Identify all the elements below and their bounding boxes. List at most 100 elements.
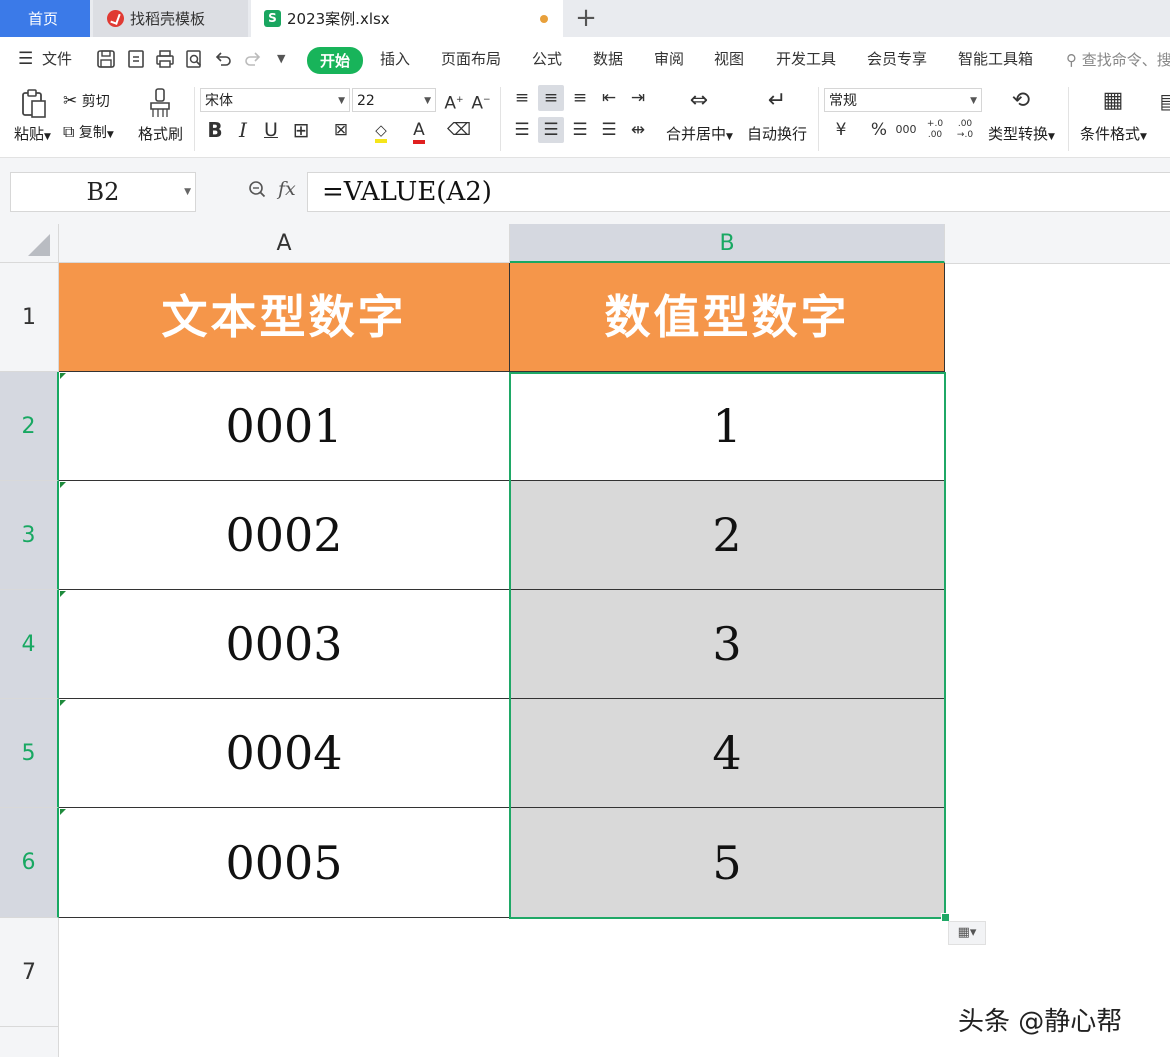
merge-center-button[interactable]: 合并居中▼ xyxy=(666,123,733,144)
wrap-text-icon[interactable]: ↵ xyxy=(764,88,790,114)
cell-b6[interactable]: 5 xyxy=(510,808,945,918)
thousands-separator-icon[interactable]: 000 xyxy=(893,117,919,143)
cell-a6[interactable]: 0005 xyxy=(59,808,510,918)
tab-data[interactable]: 数据 xyxy=(593,48,623,69)
table-style-icon[interactable]: ▤ xyxy=(1156,88,1170,114)
fill-color-icon[interactable]: ◇ xyxy=(368,117,394,143)
format-painter-icon[interactable] xyxy=(147,87,173,119)
font-size-select[interactable]: 22 ▼ xyxy=(352,88,436,112)
align-middle-icon[interactable]: ≡ xyxy=(538,85,564,111)
increase-font-icon[interactable]: A+ xyxy=(441,87,467,114)
row-header-2[interactable]: 2 xyxy=(0,372,59,481)
cell-a3[interactable]: 0002 xyxy=(59,481,510,590)
undo-icon[interactable] xyxy=(213,49,233,69)
ribbon-toolbar: 粘贴▼ ✂ 剪切 ⧉ 复制▼ 格式刷 宋体 ▼ 22 ▼ A+ A− B I U ⊞… xyxy=(0,83,1170,158)
column-header-b[interactable]: B xyxy=(510,224,945,263)
zoom-formula-icon[interactable] xyxy=(248,180,266,198)
cell-a4[interactable]: 0003 xyxy=(59,590,510,699)
row-header-6[interactable]: 6 xyxy=(0,808,59,918)
cell-a1[interactable]: 文本型数字 xyxy=(59,263,510,372)
align-top-icon[interactable]: ≡ xyxy=(509,85,535,111)
tab-file[interactable]: S 2023案例.xlsx xyxy=(251,0,563,37)
format-painter-button[interactable]: 格式刷 xyxy=(138,123,183,144)
clear-format-icon[interactable]: ⌫ xyxy=(446,117,472,143)
row-header-1[interactable]: 1 xyxy=(0,263,59,372)
row-header-5[interactable]: 5 xyxy=(0,699,59,808)
cell-a5[interactable]: 0004 xyxy=(59,699,510,808)
new-tab-button[interactable]: + xyxy=(570,3,602,33)
font-size-value: 22 xyxy=(357,93,375,109)
tab-view[interactable]: 视图 xyxy=(714,48,744,69)
font-color-icon[interactable]: A xyxy=(406,117,432,144)
align-left-icon[interactable]: ☰ xyxy=(509,117,535,143)
tab-smart-toolbox[interactable]: 智能工具箱 xyxy=(958,48,1033,69)
select-all-corner[interactable] xyxy=(0,224,59,263)
decrease-font-icon[interactable]: A− xyxy=(468,87,494,114)
print-preview-icon[interactable] xyxy=(184,49,204,69)
conditional-format-icon[interactable]: ▦ xyxy=(1100,88,1126,114)
tab-formulas[interactable]: 公式 xyxy=(532,48,562,69)
tab-home[interactable]: 首页 xyxy=(0,0,90,37)
paste-options-icon[interactable]: ▦▾ xyxy=(948,921,986,945)
conditional-format-button[interactable]: 条件格式▼ xyxy=(1080,123,1147,144)
save-icon[interactable] xyxy=(96,49,116,69)
number-format-value: 常规 xyxy=(829,93,857,109)
tab-start[interactable]: 开始 xyxy=(307,47,364,74)
bold-icon[interactable]: B xyxy=(202,117,228,143)
cell-b4[interactable]: 3 xyxy=(510,590,945,699)
row-header-7[interactable]: 7 xyxy=(0,918,59,1027)
cell-b5[interactable]: 4 xyxy=(510,699,945,808)
italic-icon[interactable]: I xyxy=(230,117,256,143)
cell-b1[interactable]: 数值型数字 xyxy=(510,263,945,372)
type-convert-button[interactable]: 类型转换▼ xyxy=(988,123,1055,144)
tab-member[interactable]: 会员专享 xyxy=(867,48,927,69)
row-header-4[interactable]: 4 xyxy=(0,590,59,699)
row-header-3[interactable]: 3 xyxy=(0,481,59,590)
name-box[interactable]: B2 ▼ xyxy=(10,172,196,212)
paste-button[interactable]: 粘贴▼ xyxy=(14,123,51,144)
unsaved-indicator-icon xyxy=(540,15,548,23)
merge-center-icon[interactable]: ⇔ xyxy=(686,88,712,114)
fill-pattern-icon[interactable]: ⊠ xyxy=(328,117,354,143)
copy-button[interactable]: ⧉ 复制▼ xyxy=(63,122,114,142)
cell-b3[interactable]: 2 xyxy=(510,481,945,590)
redo-icon[interactable] xyxy=(243,49,263,69)
type-convert-icon[interactable]: ⟲ xyxy=(1008,88,1034,114)
tab-review[interactable]: 审阅 xyxy=(654,48,684,69)
align-center-icon[interactable]: ☰ xyxy=(538,117,564,143)
distributed-align-icon[interactable]: ⇹ xyxy=(625,117,651,143)
quick-access-dropdown-icon[interactable]: ▼ xyxy=(277,52,285,65)
command-search[interactable]: ⚲ 查找命令、搜 xyxy=(1066,49,1170,70)
decrease-decimal-icon[interactable]: .00 →.0 xyxy=(952,117,978,145)
justify-icon[interactable]: ☰ xyxy=(596,117,622,143)
tab-developer[interactable]: 开发工具 xyxy=(776,48,836,69)
cut-button[interactable]: ✂ 剪切 xyxy=(63,91,110,111)
file-menu[interactable]: ☰ 文件 xyxy=(18,48,72,69)
paste-icon[interactable] xyxy=(20,89,48,119)
borders-icon[interactable]: ⊞ xyxy=(288,117,314,143)
underline-icon[interactable]: U xyxy=(258,117,284,143)
text-number-warning-icon xyxy=(60,591,66,597)
font-name-select[interactable]: 宋体 ▼ xyxy=(200,88,350,112)
currency-icon[interactable]: ¥ xyxy=(828,117,854,143)
align-bottom-icon[interactable]: ≡ xyxy=(567,85,593,111)
increase-indent-icon[interactable]: ⇥ xyxy=(625,85,651,111)
formula-input[interactable]: =VALUE(A2) xyxy=(307,172,1170,212)
insert-function-icon[interactable]: fx xyxy=(278,178,296,200)
increase-decimal-icon[interactable]: +.0 .00 xyxy=(922,117,948,145)
group-separator xyxy=(818,87,819,151)
cell-b2[interactable]: 1 xyxy=(510,372,945,481)
tab-template[interactable]: 找稻壳模板 xyxy=(93,0,248,37)
cell-a2[interactable]: 0001 xyxy=(59,372,510,481)
wrap-text-button[interactable]: 自动换行 xyxy=(747,123,807,144)
decrease-indent-icon[interactable]: ⇤ xyxy=(596,85,622,111)
export-pdf-icon[interactable] xyxy=(126,49,146,69)
align-right-icon[interactable]: ☰ xyxy=(567,117,593,143)
print-icon[interactable] xyxy=(155,49,175,69)
number-format-select[interactable]: 常规 ▼ xyxy=(824,88,982,112)
tab-insert[interactable]: 插入 xyxy=(380,48,410,69)
row-header-8[interactable] xyxy=(0,1027,59,1057)
tab-page-layout[interactable]: 页面布局 xyxy=(441,48,501,69)
percent-icon[interactable]: % xyxy=(866,117,892,143)
column-header-a[interactable]: A xyxy=(59,224,510,263)
